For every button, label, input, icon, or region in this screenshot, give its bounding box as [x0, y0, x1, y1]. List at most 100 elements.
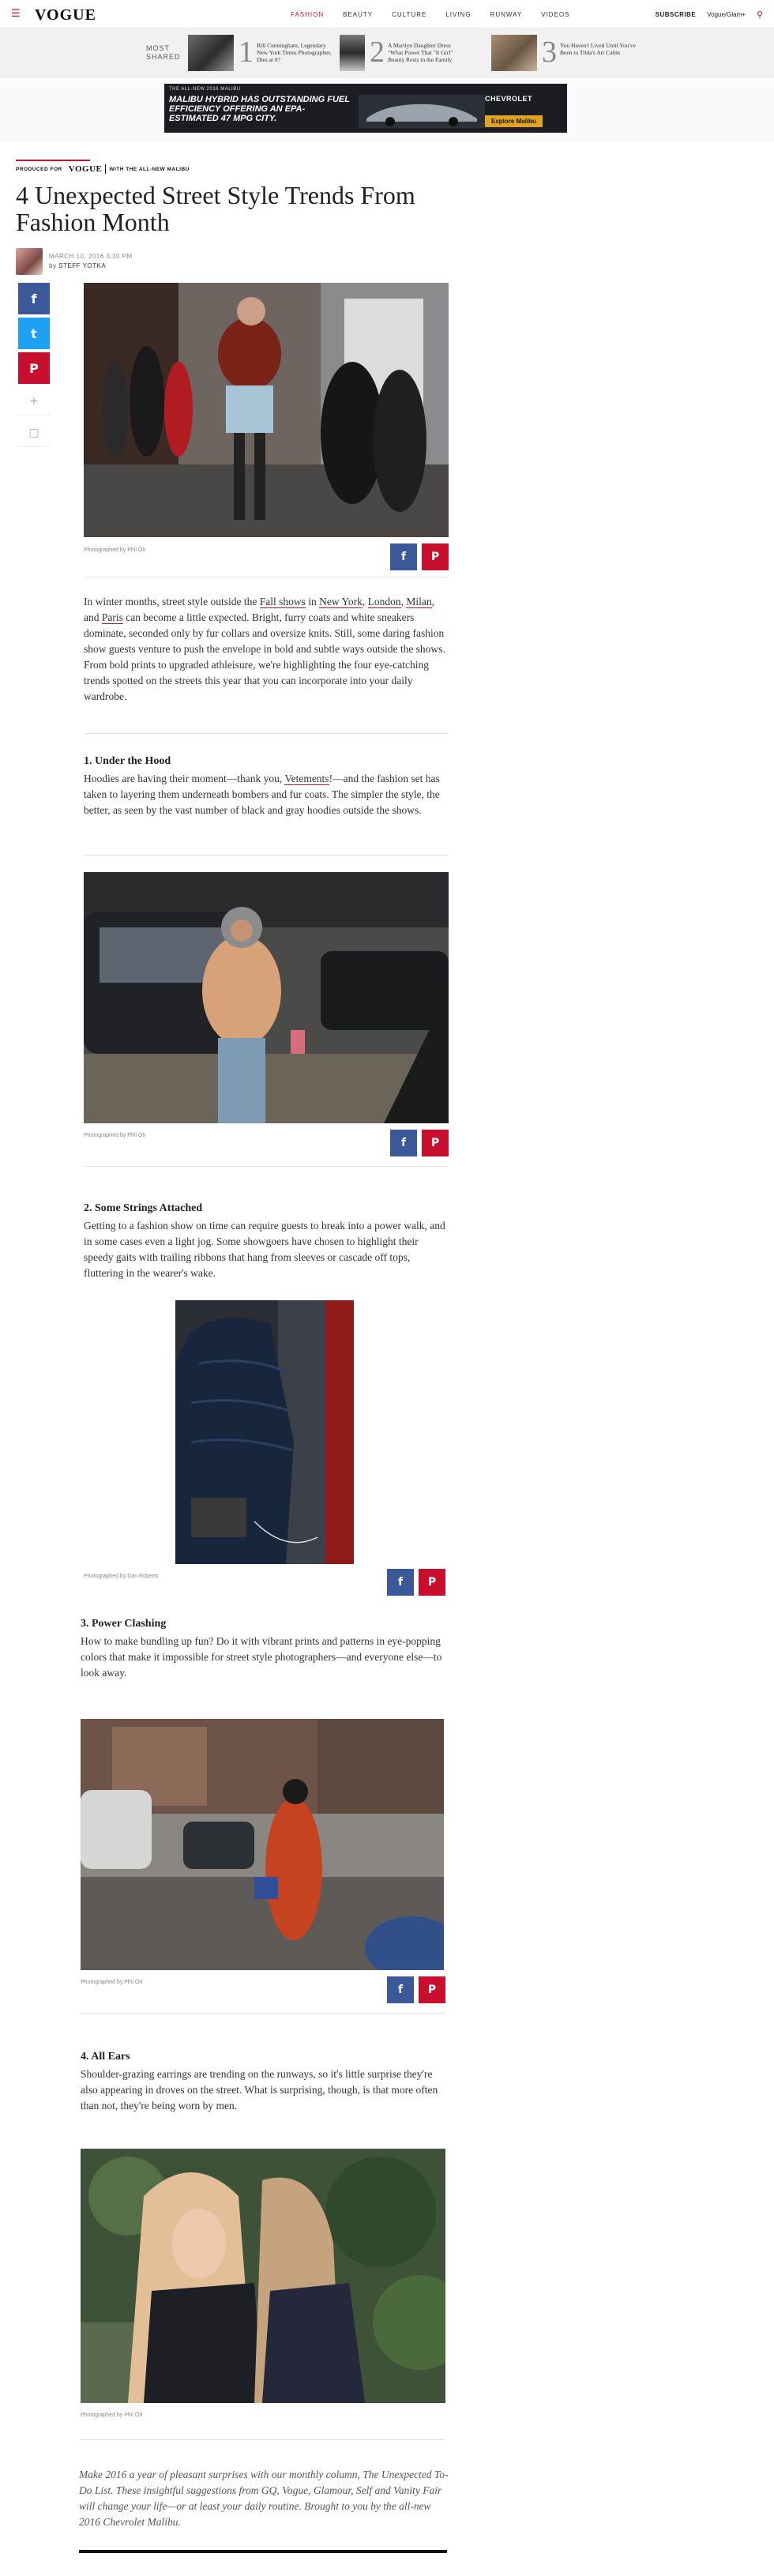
pinterest-share-button[interactable]: P: [419, 1569, 445, 1596]
most-shared-number: 1: [239, 36, 254, 69]
sponsor-vogue-logo: VOGUE: [66, 164, 107, 174]
facebook-share-button[interactable]: f: [390, 543, 417, 570]
facebook-icon: f: [397, 1984, 404, 1996]
photo-credit: Photographed by Phil Oh: [84, 547, 146, 553]
link-paris[interactable]: Paris: [101, 611, 123, 624]
main-nav: FASHION BEAUTY CULTURE LIVING RUNWAY VID…: [291, 11, 569, 18]
facebook-share-button[interactable]: f: [387, 1976, 414, 2003]
pinterest-icon: P: [427, 1576, 437, 1589]
link-london[interactable]: London: [367, 596, 401, 608]
section-3-paragraph: How to make bundling up fun? Do it with …: [81, 1635, 442, 1679]
most-shared-item[interactable]: 3 You Haven't Lived Until You've Been to…: [491, 35, 636, 71]
most-shared-thumbnail: [188, 35, 234, 71]
divider: [84, 855, 449, 856]
link-fall-shows[interactable]: Fall shows: [259, 596, 306, 608]
photo-credit: Photographed by Phil Oh: [81, 1980, 143, 1985]
more-share-button[interactable]: +: [18, 387, 50, 416]
car-image: [359, 95, 485, 128]
article-photo: [81, 2149, 445, 2403]
search-icon[interactable]: ⚲: [757, 9, 763, 20]
facebook-icon: f: [400, 1137, 407, 1149]
most-shared-headline[interactable]: A Marilyn Daughter Dress "What Power Tha…: [388, 35, 464, 71]
article-title: 4 Unexpected Street Style Trends From Fa…: [16, 181, 415, 236]
most-shared-strip: MOST SHARED 1 Bill Cunningham, Legendary…: [0, 28, 774, 77]
pinterest-icon: P: [430, 551, 440, 563]
link-milan[interactable]: Milan: [406, 596, 432, 608]
twitter-share-button[interactable]: t: [18, 318, 50, 349]
divider: [81, 2439, 445, 2440]
article-photo: [84, 283, 449, 537]
photo-share-buttons: f P: [387, 1976, 445, 2003]
nav-culture[interactable]: CULTURE: [392, 11, 426, 18]
nav-beauty[interactable]: BEAUTY: [343, 11, 373, 18]
photo-credit: Photographed by Phil Oh: [84, 1133, 146, 1138]
section-heading-4: 4. All Ears: [81, 2051, 130, 2063]
facebook-share-button[interactable]: f: [18, 283, 50, 314]
comments-button[interactable]: ▢: [18, 419, 50, 447]
pinterest-share-button[interactable]: P: [18, 352, 50, 384]
nav-runway[interactable]: RUNWAY: [490, 11, 523, 18]
byline: by STEFF YOTKA: [49, 262, 107, 269]
most-shared-number: 3: [542, 36, 557, 69]
divider: [84, 733, 449, 734]
facebook-icon: f: [400, 551, 407, 563]
pinterest-share-button[interactable]: P: [422, 1130, 449, 1156]
facebook-icon: f: [31, 291, 37, 306]
share-rail: f t P + ▢: [18, 283, 50, 450]
most-shared-thumbnail: [340, 35, 365, 71]
most-shared-headline[interactable]: Bill Cunningham, Legendary New York Time…: [257, 35, 333, 71]
ad-tag: THE ALL-NEW 2016 MALIBU: [169, 87, 241, 92]
footer-rule: [79, 2550, 447, 2553]
author-avatar[interactable]: [16, 248, 43, 275]
ad-container: THE ALL-NEW 2016 MALIBU MALIBU HYBRID HA…: [0, 77, 774, 142]
article-photo: [84, 872, 449, 1123]
facebook-icon: f: [397, 1576, 404, 1589]
divider: [84, 1166, 449, 1167]
chevrolet-ad-banner[interactable]: THE ALL-NEW 2016 MALIBU MALIBU HYBRID HA…: [164, 84, 567, 133]
explore-malibu-button[interactable]: Explore Malibu: [485, 115, 543, 127]
ad-headline: MALIBU HYBRID HAS OUTSTANDING FUEL EFFIC…: [169, 95, 350, 123]
most-shared-item[interactable]: 2 A Marilyn Daughter Dress "What Power T…: [340, 35, 464, 71]
site-header: ☰ VOGUE FASHION BEAUTY CULTURE LIVING RU…: [0, 0, 774, 28]
pinterest-share-button[interactable]: P: [419, 1976, 445, 2003]
sponsor-suffix: WITH THE ALL-NEW MALIBU: [109, 166, 190, 172]
promo-link[interactable]: Vogue/Glam+: [707, 11, 746, 18]
photo-credit: Photographed by Phil Oh: [81, 2412, 143, 2418]
section-heading-3: 3. Power Clashing: [81, 1618, 167, 1630]
article-outro: Make 2016 a year of pleasant surprises w…: [79, 2469, 449, 2528]
section-heading-1: 1. Under the Hood: [84, 755, 171, 767]
photo-credit: Photographed by Dan Roberts: [84, 1574, 159, 1579]
nav-fashion[interactable]: FASHION: [291, 11, 324, 18]
plus-icon: +: [29, 394, 39, 408]
link-vetements[interactable]: Vetements: [284, 773, 329, 785]
photo-share-buttons: f P: [390, 1130, 449, 1156]
link-new-york[interactable]: New York: [319, 596, 363, 608]
most-shared-headline[interactable]: You Haven't Lived Until You've Been to T…: [560, 35, 636, 71]
sponsor-prefix: PRODUCED FOR: [16, 166, 62, 172]
section-1-paragraph: Hoodies are having their moment—thank yo…: [84, 773, 440, 816]
most-shared-thumbnail: [491, 35, 537, 71]
pinterest-icon: P: [430, 1137, 440, 1149]
section-heading-2: 2. Some Strings Attached: [84, 1202, 203, 1214]
pinterest-share-button[interactable]: P: [422, 543, 449, 570]
most-shared-label: MOST SHARED: [146, 44, 181, 61]
article-photo: [81, 1719, 444, 1970]
nav-living[interactable]: LIVING: [445, 11, 471, 18]
chevrolet-logo: CHEVROLET: [485, 95, 533, 103]
facebook-share-button[interactable]: f: [387, 1569, 414, 1596]
section-2-paragraph: Getting to a fashion show on time can re…: [84, 1220, 445, 1279]
pinterest-icon: P: [29, 360, 39, 376]
facebook-share-button[interactable]: f: [390, 1130, 417, 1156]
sponsor-label: PRODUCED FOR VOGUE WITH THE ALL-NEW MALI…: [16, 160, 190, 174]
most-shared-item[interactable]: 1 Bill Cunningham, Legendary New York Ti…: [188, 35, 333, 71]
subscribe-link[interactable]: SUBSCRIBE: [656, 11, 697, 18]
author-name[interactable]: STEFF YOTKA: [58, 262, 106, 269]
comment-icon: ▢: [28, 426, 39, 439]
section-4-paragraph: Shoulder-grazing earrings are trending o…: [81, 2068, 438, 2112]
publish-date: MARCH 10, 2016 3:20 PM: [49, 253, 133, 260]
hamburger-icon[interactable]: ☰: [11, 9, 22, 19]
vogue-logo[interactable]: VOGUE: [35, 6, 96, 24]
nav-videos[interactable]: VIDEOS: [541, 11, 569, 18]
divider: [81, 2013, 445, 2014]
article-photo: [175, 1300, 354, 1564]
